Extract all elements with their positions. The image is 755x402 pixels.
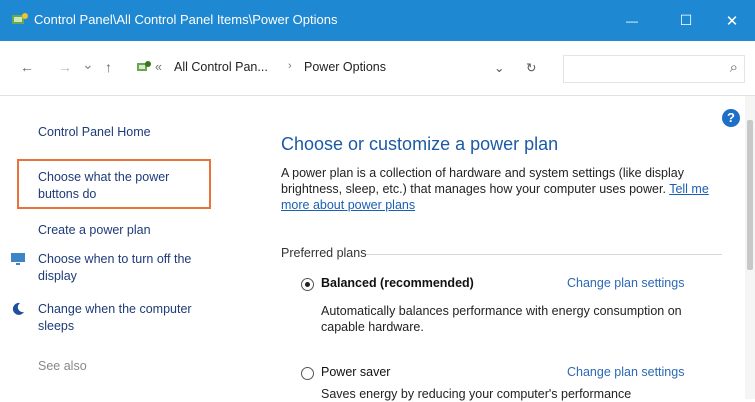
control-panel-icon	[12, 13, 28, 24]
maximize-button[interactable]: ☐	[663, 0, 709, 41]
sidebar-power-buttons[interactable]: Choose what the power buttons do	[38, 169, 203, 203]
preferred-plans-label: Preferred plans	[281, 246, 367, 260]
see-also-label: See also	[38, 359, 87, 373]
plan-name-power-saver[interactable]: Power saver	[321, 365, 390, 379]
change-plan-settings-power-saver[interactable]: Change plan settings	[567, 365, 684, 379]
plan-desc-balanced: Automatically balances performance with …	[321, 304, 682, 334]
control-panel-icon	[137, 61, 151, 71]
description-text: A power plan is a collection of hardware…	[281, 166, 684, 196]
sidebar-create-plan[interactable]: Create a power plan	[38, 222, 151, 239]
close-button[interactable]: ✕	[709, 0, 755, 41]
address-path[interactable]: « All Control Pan... › Power Options ⌄ ↻	[130, 55, 550, 81]
monitor-icon	[11, 253, 25, 265]
page-title: Choose or customize a power plan	[281, 134, 559, 154]
sidebar-computer-sleeps[interactable]: Change when the computer sleeps	[38, 301, 228, 335]
balanced-radio[interactable]	[301, 278, 314, 291]
breadcrumb-prefix[interactable]: «	[155, 60, 162, 74]
change-plan-settings-balanced[interactable]: Change plan settings	[567, 276, 684, 290]
power-saver-radio[interactable]	[301, 367, 314, 380]
minimize-button[interactable]: —	[609, 0, 655, 41]
refresh-button[interactable]: ↻	[526, 60, 536, 75]
search-input[interactable]: ⌕	[563, 55, 745, 83]
breadcrumb-all-control-panel[interactable]: All Control Pan...	[174, 60, 268, 74]
close-icon: ✕	[725, 12, 739, 30]
window-title: Control Panel\All Control Panel Items\Po…	[34, 12, 338, 27]
address-bar: ← → ⌄ ↑ « All Control Pan... › Power Opt…	[0, 41, 755, 96]
recent-locations-button[interactable]: ⌄	[82, 55, 94, 73]
breadcrumb-separator: ›	[288, 60, 292, 72]
sidebar-turn-off-display[interactable]: Choose when to turn off the display	[38, 251, 228, 285]
scrollbar-thumb[interactable]	[747, 120, 753, 270]
search-icon: ⌕	[729, 59, 738, 76]
breadcrumb-power-options[interactable]: Power Options	[304, 60, 386, 74]
up-button[interactable]: ↑	[105, 58, 112, 76]
sidebar-control-panel-home[interactable]: Control Panel Home	[38, 124, 151, 141]
sidebar	[0, 96, 258, 399]
help-button[interactable]: ?	[722, 109, 740, 127]
section-divider	[366, 254, 722, 255]
minimize-icon: —	[626, 13, 638, 28]
page-description: A power plan is a collection of hardware…	[281, 165, 721, 213]
address-dropdown-button[interactable]: ⌄	[494, 60, 504, 75]
maximize-icon: ☐	[679, 12, 693, 28]
forward-button[interactable]: →	[58, 58, 72, 76]
back-button[interactable]: ←	[20, 58, 34, 76]
title-bar: Control Panel\All Control Panel Items\Po…	[0, 0, 755, 41]
moon-icon	[12, 302, 24, 315]
plan-desc-power-saver: Saves energy by reducing your computer's…	[321, 387, 632, 401]
plan-name-balanced[interactable]: Balanced (recommended)	[321, 276, 474, 290]
